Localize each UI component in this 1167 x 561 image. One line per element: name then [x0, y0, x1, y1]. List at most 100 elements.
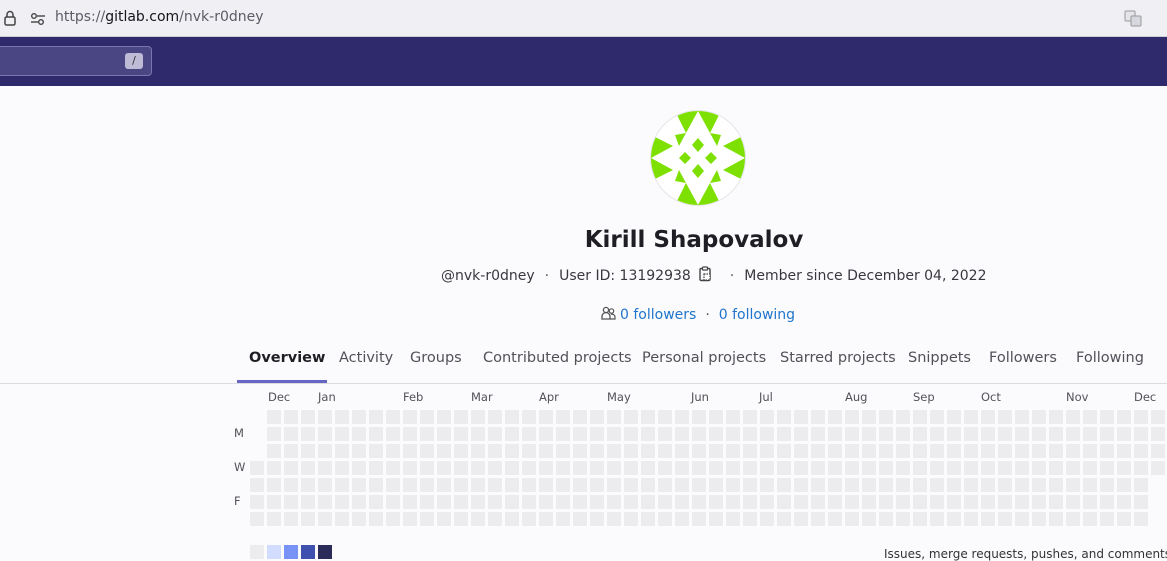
contribution-day-cell[interactable] [658, 444, 672, 458]
contribution-day-cell[interactable] [743, 495, 757, 509]
contribution-day-cell[interactable] [828, 512, 842, 526]
contribution-day-cell[interactable] [1100, 478, 1114, 492]
contribution-day-cell[interactable] [981, 444, 995, 458]
contribution-day-cell[interactable] [845, 444, 859, 458]
contribution-day-cell[interactable] [845, 495, 859, 509]
contribution-day-cell[interactable] [352, 478, 366, 492]
tab-overview[interactable]: Overview [249, 350, 325, 366]
tab-snippets[interactable]: Snippets [908, 350, 971, 366]
contribution-day-cell[interactable] [913, 444, 927, 458]
contribution-day-cell[interactable] [556, 427, 570, 441]
contribution-day-cell[interactable] [998, 461, 1012, 475]
contribution-day-cell[interactable] [1032, 512, 1046, 526]
contribution-day-cell[interactable] [1117, 444, 1131, 458]
contribution-day-cell[interactable] [471, 478, 485, 492]
contribution-day-cell[interactable] [437, 427, 451, 441]
contribution-day-cell[interactable] [505, 444, 519, 458]
contribution-day-cell[interactable] [556, 512, 570, 526]
contribution-day-cell[interactable] [607, 427, 621, 441]
contribution-day-cell[interactable] [624, 410, 638, 424]
contribution-day-cell[interactable] [437, 495, 451, 509]
contribution-day-cell[interactable] [760, 461, 774, 475]
contribution-day-cell[interactable] [539, 478, 553, 492]
contribution-day-cell[interactable] [828, 427, 842, 441]
contribution-day-cell[interactable] [658, 461, 672, 475]
contribution-day-cell[interactable] [522, 495, 536, 509]
contribution-day-cell[interactable] [386, 427, 400, 441]
contribution-day-cell[interactable] [590, 427, 604, 441]
contribution-day-cell[interactable] [420, 512, 434, 526]
contribution-day-cell[interactable] [573, 410, 587, 424]
contribution-day-cell[interactable] [964, 495, 978, 509]
contribution-day-cell[interactable] [743, 427, 757, 441]
contribution-day-cell[interactable] [352, 444, 366, 458]
contribution-day-cell[interactable] [930, 478, 944, 492]
contribution-day-cell[interactable] [760, 512, 774, 526]
contribution-day-cell[interactable] [624, 512, 638, 526]
contribution-day-cell[interactable] [726, 427, 740, 441]
contribution-day-cell[interactable] [267, 461, 281, 475]
contribution-day-cell[interactable] [692, 478, 706, 492]
contribution-day-cell[interactable] [964, 427, 978, 441]
contribution-day-cell[interactable] [794, 410, 808, 424]
contribution-day-cell[interactable] [1066, 478, 1080, 492]
contribution-day-cell[interactable] [556, 495, 570, 509]
contribution-day-cell[interactable] [369, 410, 383, 424]
contribution-day-cell[interactable] [947, 512, 961, 526]
contribution-day-cell[interactable] [1151, 427, 1165, 441]
contribution-day-cell[interactable] [607, 444, 621, 458]
tab-activity[interactable]: Activity [339, 350, 393, 366]
contribution-day-cell[interactable] [879, 461, 893, 475]
contribution-day-cell[interactable] [522, 512, 536, 526]
contribution-day-cell[interactable] [386, 495, 400, 509]
contribution-day-cell[interactable] [1151, 444, 1165, 458]
contribution-day-cell[interactable] [505, 461, 519, 475]
contribution-day-cell[interactable] [930, 512, 944, 526]
contribution-day-cell[interactable] [420, 444, 434, 458]
contribution-day-cell[interactable] [318, 461, 332, 475]
contribution-day-cell[interactable] [760, 444, 774, 458]
contribution-day-cell[interactable] [1015, 427, 1029, 441]
contribution-day-cell[interactable] [437, 410, 451, 424]
contribution-day-cell[interactable] [845, 410, 859, 424]
contribution-day-cell[interactable] [624, 461, 638, 475]
contribution-day-cell[interactable] [1015, 478, 1029, 492]
contribution-day-cell[interactable] [352, 427, 366, 441]
contribution-day-cell[interactable] [505, 427, 519, 441]
contribution-day-cell[interactable] [811, 512, 825, 526]
contribution-day-cell[interactable] [709, 410, 723, 424]
contribution-day-cell[interactable] [862, 427, 876, 441]
contribution-day-cell[interactable] [522, 478, 536, 492]
url-text[interactable]: https://gitlab.com/nvk-r0dney [55, 9, 264, 25]
contribution-day-cell[interactable] [981, 461, 995, 475]
contribution-day-cell[interactable] [624, 444, 638, 458]
contribution-day-cell[interactable] [1100, 495, 1114, 509]
contribution-day-cell[interactable] [964, 444, 978, 458]
contribution-day-cell[interactable] [777, 427, 791, 441]
contribution-day-cell[interactable] [913, 427, 927, 441]
contribution-day-cell[interactable] [454, 461, 468, 475]
contribution-day-cell[interactable] [505, 495, 519, 509]
contribution-day-cell[interactable] [828, 444, 842, 458]
contribution-day-cell[interactable] [896, 461, 910, 475]
contribution-day-cell[interactable] [590, 512, 604, 526]
contribution-day-cell[interactable] [539, 444, 553, 458]
lock-icon[interactable] [4, 10, 16, 30]
contribution-day-cell[interactable] [964, 410, 978, 424]
tab-starred-projects[interactable]: Starred projects [780, 350, 896, 366]
contribution-day-cell[interactable] [1066, 427, 1080, 441]
contribution-day-cell[interactable] [1066, 495, 1080, 509]
contribution-day-cell[interactable] [862, 410, 876, 424]
contribution-day-cell[interactable] [488, 478, 502, 492]
contribution-day-cell[interactable] [284, 512, 298, 526]
contribution-day-cell[interactable] [471, 427, 485, 441]
contribution-day-cell[interactable] [1049, 444, 1063, 458]
contribution-day-cell[interactable] [709, 427, 723, 441]
contribution-day-cell[interactable] [641, 495, 655, 509]
contribution-day-cell[interactable] [420, 495, 434, 509]
contribution-day-cell[interactable] [879, 410, 893, 424]
contribution-day-cell[interactable] [420, 461, 434, 475]
contribution-day-cell[interactable] [522, 410, 536, 424]
contribution-day-cell[interactable] [862, 461, 876, 475]
contribution-day-cell[interactable] [301, 461, 315, 475]
